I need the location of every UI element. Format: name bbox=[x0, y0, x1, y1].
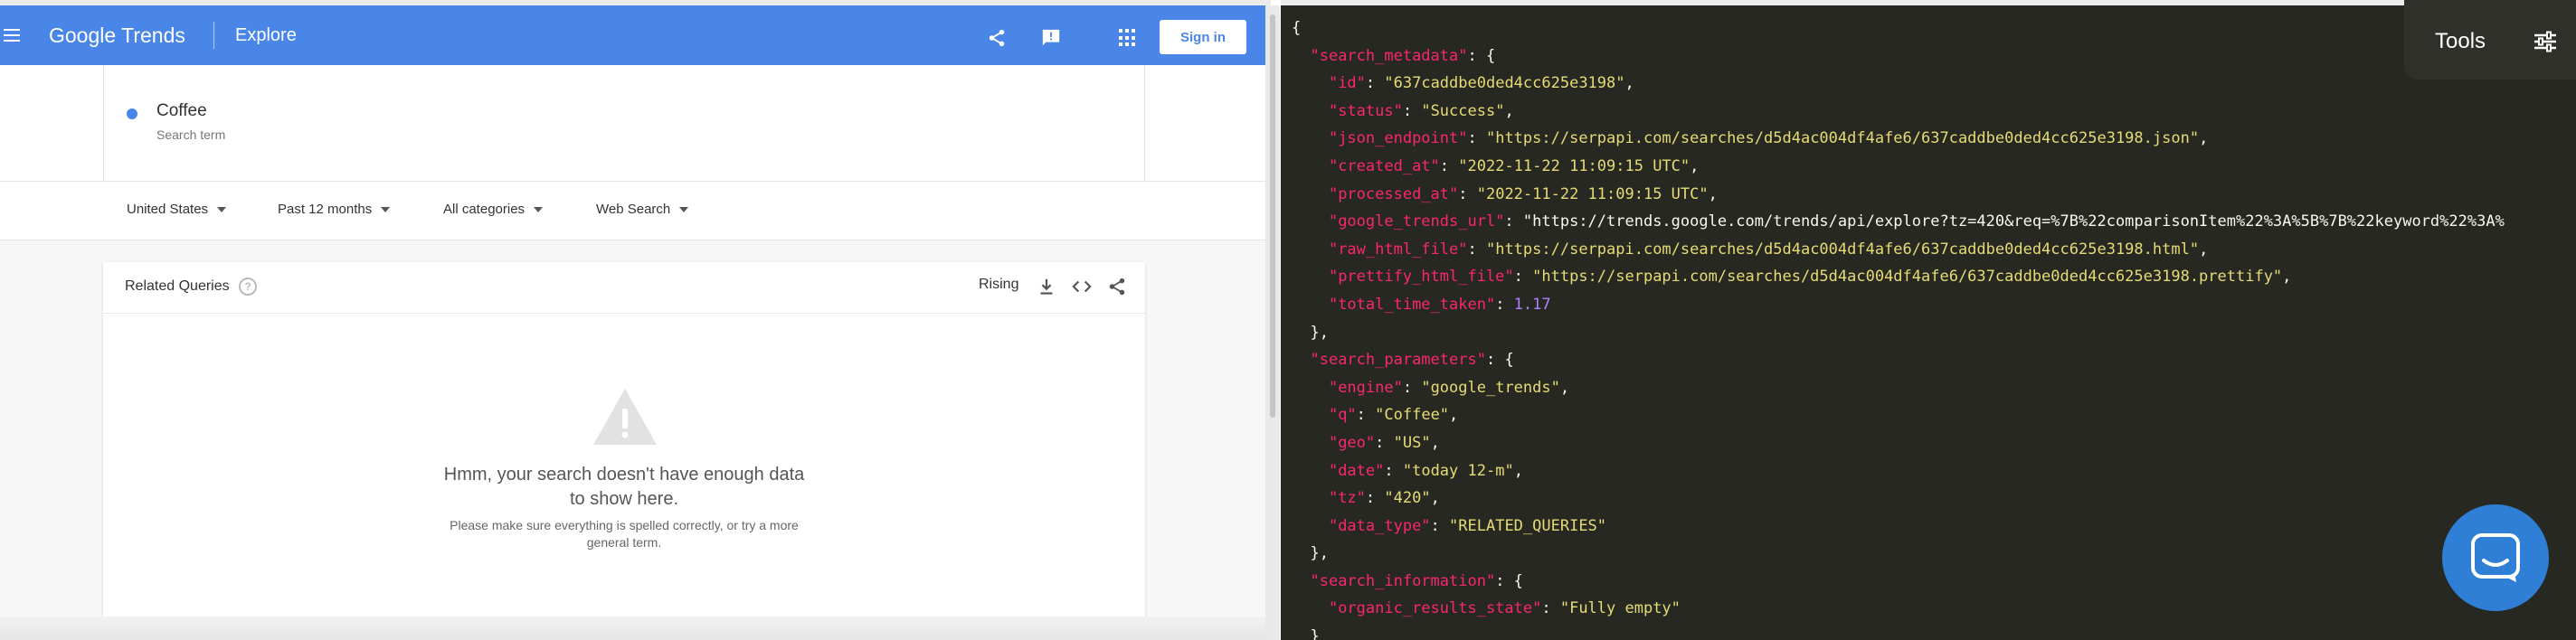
time-range-filter[interactable]: Past 12 months bbox=[278, 202, 391, 217]
chevron-down-icon bbox=[381, 206, 391, 212]
warning-icon bbox=[593, 389, 657, 445]
json-line: "search_parameters": { bbox=[1310, 351, 1514, 370]
json-code: { "search_metadata": { "id": "637caddbe0… bbox=[1292, 14, 2576, 640]
json-line: "organic_results_state": "Fully empty" bbox=[1328, 599, 1681, 618]
json-line: "raw_html_file": "https://serpapi.com/se… bbox=[1328, 240, 2209, 259]
json-line: "google_trends_url": "https://trends.goo… bbox=[1328, 212, 2505, 231]
empty-state-hint: Please make sure everything is spelled c… bbox=[450, 518, 799, 550]
json-line: "engine": "google_trends", bbox=[1328, 378, 1570, 397]
json-line: } bbox=[1292, 627, 1320, 640]
header-separator bbox=[213, 22, 214, 49]
related-queries-card: Related Queries ? Rising Hmm, your searc… bbox=[103, 262, 1145, 616]
download-icon[interactable] bbox=[1037, 277, 1056, 296]
embed-code-icon[interactable] bbox=[1071, 277, 1093, 296]
category-filter[interactable]: All categories bbox=[443, 202, 544, 217]
json-line: "search_metadata": { bbox=[1310, 46, 1496, 65]
chevron-down-icon bbox=[679, 206, 689, 212]
chat-launcher-button[interactable] bbox=[2442, 504, 2549, 611]
json-line: "total_time_taken": 1.17 bbox=[1328, 295, 1551, 314]
tools-panel-toggle[interactable]: Tools bbox=[2404, 0, 2576, 80]
page-title: Explore bbox=[235, 25, 297, 45]
google-trends-logo[interactable]: Google Trends bbox=[49, 24, 185, 48]
json-line: "status": "Success", bbox=[1328, 101, 1514, 120]
json-line: "tz": "420", bbox=[1328, 489, 1440, 508]
sign-in-button[interactable]: Sign in bbox=[1160, 20, 1246, 54]
share-icon[interactable] bbox=[1107, 277, 1127, 296]
json-viewer-pane: { "search_metadata": { "id": "637caddbe0… bbox=[1281, 0, 2576, 640]
json-line: "id": "637caddbe0ded4cc625e3198", bbox=[1328, 74, 1634, 93]
json-line: }, bbox=[1292, 323, 1329, 342]
feedback-icon[interactable] bbox=[1041, 28, 1061, 48]
search-type-filter[interactable]: Web Search bbox=[596, 202, 689, 217]
json-line: "processed_at": "2022-11-22 11:09:15 UTC… bbox=[1328, 184, 1718, 203]
search-term-card[interactable] bbox=[103, 65, 1145, 181]
pane-scrollbar[interactable] bbox=[1265, 5, 1280, 640]
rising-selector[interactable]: Rising bbox=[979, 277, 1018, 293]
json-line: "q": "Coffee", bbox=[1328, 406, 1459, 425]
chevron-down-icon bbox=[217, 206, 227, 212]
page-bottom-fade bbox=[0, 616, 1271, 640]
card-divider bbox=[103, 313, 1145, 314]
json-line: "prettify_html_file": "https://serpapi.c… bbox=[1328, 268, 2292, 287]
search-term-label: Search term bbox=[156, 127, 226, 142]
tools-label: Tools bbox=[2435, 29, 2486, 53]
json-line: "json_endpoint": "https://serpapi.com/se… bbox=[1328, 129, 2209, 148]
share-icon[interactable] bbox=[987, 28, 1007, 48]
apps-grid-icon[interactable] bbox=[1119, 29, 1137, 47]
menu-icon[interactable] bbox=[0, 23, 25, 48]
chat-icon bbox=[2471, 533, 2520, 582]
location-filter[interactable]: United States bbox=[127, 202, 227, 217]
json-line: { bbox=[1292, 19, 1302, 37]
top-strip bbox=[1281, 0, 2576, 5]
empty-state-message: Hmm, your search doesn't have enough dat… bbox=[443, 465, 805, 509]
json-line: }, bbox=[1292, 544, 1329, 563]
json-line: "date": "today 12-m", bbox=[1328, 461, 1523, 480]
filter-bar: United States Past 12 months All categor… bbox=[0, 181, 1271, 240]
term-color-dot bbox=[127, 108, 137, 119]
card-title: Related Queries bbox=[125, 278, 230, 294]
chevron-down-icon bbox=[534, 206, 544, 212]
json-line: "geo": "US", bbox=[1328, 433, 1440, 452]
trends-header: Google Trends Explore Sign in bbox=[0, 5, 1271, 65]
search-term-panel: Coffee Search term bbox=[0, 65, 1271, 181]
scrollbar-thumb[interactable] bbox=[1270, 14, 1275, 418]
help-icon[interactable]: ? bbox=[239, 278, 257, 296]
google-trends-pane: Google Trends Explore Sign in Coffee Sea… bbox=[0, 0, 1271, 640]
sliders-icon bbox=[2534, 31, 2556, 52]
json-line: "search_information": { bbox=[1310, 571, 1523, 590]
search-term-value[interactable]: Coffee bbox=[156, 101, 207, 121]
json-line: "created_at": "2022-11-22 11:09:15 UTC", bbox=[1328, 156, 1700, 175]
json-line: "data_type": "RELATED_QUERIES" bbox=[1328, 516, 1607, 535]
